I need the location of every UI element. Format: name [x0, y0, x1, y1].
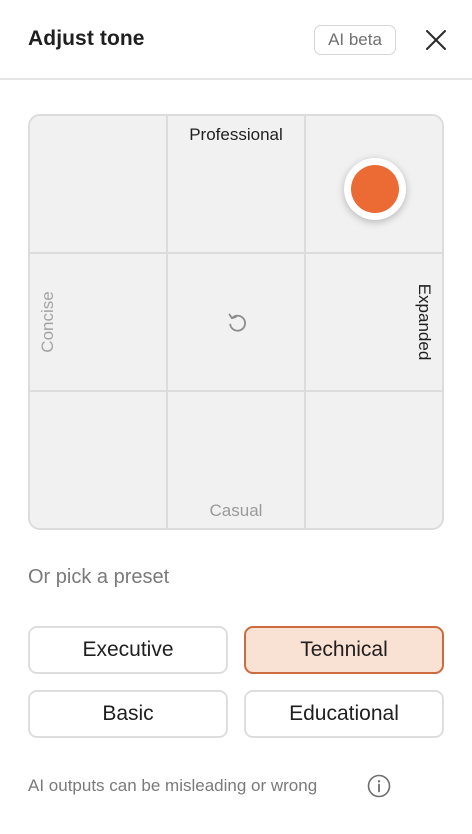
- preset-executive-button[interactable]: Executive: [28, 626, 228, 674]
- axis-label-casual: Casual: [209, 501, 263, 520]
- preset-educational-button[interactable]: Educational: [244, 690, 444, 738]
- close-icon: [426, 30, 446, 50]
- ai-beta-badge: AI beta: [314, 25, 396, 55]
- dialog-header: Adjust tone AI beta: [0, 0, 472, 80]
- preset-basic-button[interactable]: Basic: [28, 690, 228, 738]
- preset-technical-button[interactable]: Technical: [244, 626, 444, 674]
- grid-divider: [304, 116, 306, 528]
- reset-icon: [228, 313, 246, 332]
- dialog-title: Adjust tone: [28, 27, 145, 50]
- tone-handle-dot: [351, 165, 399, 213]
- axis-label-concise: Concise: [38, 291, 57, 353]
- preset-section-title: Or pick a preset: [28, 566, 170, 588]
- reset-button[interactable]: [224, 309, 250, 335]
- grid-divider: [30, 252, 442, 254]
- info-button[interactable]: [367, 774, 391, 798]
- axis-label-professional: Professional: [189, 125, 283, 144]
- ai-disclaimer: AI outputs can be misleading or wrong: [28, 776, 318, 795]
- tone-handle[interactable]: [344, 158, 406, 220]
- tone-grid[interactable]: Professional Casual Concise Expanded: [28, 114, 444, 530]
- grid-divider: [166, 116, 168, 528]
- close-button[interactable]: [420, 24, 452, 56]
- axis-label-expanded: Expanded: [415, 283, 434, 361]
- info-icon: [367, 774, 391, 798]
- grid-divider: [30, 390, 442, 392]
